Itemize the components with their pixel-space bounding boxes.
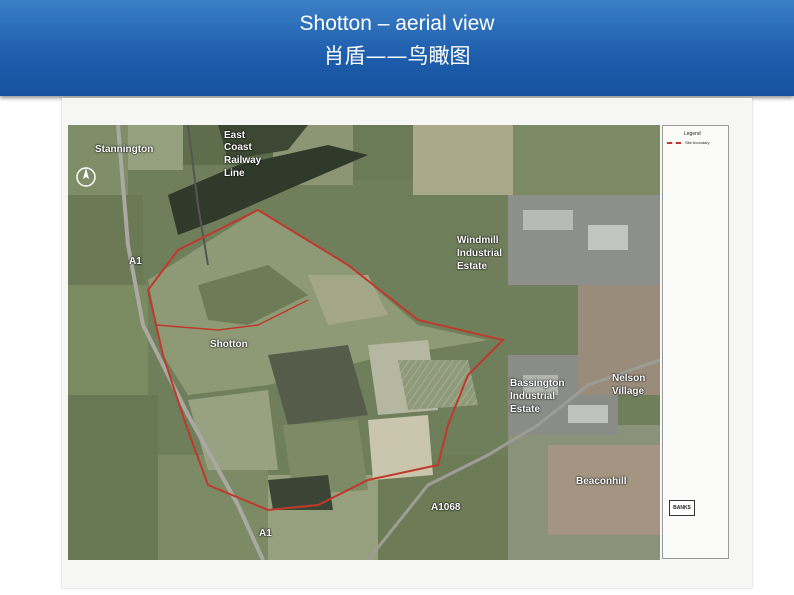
label-coast: Coast [224, 142, 252, 153]
banks-logo-text: BANKS [673, 505, 691, 511]
label-bassington: Bassington [510, 378, 565, 389]
label-line: Line [224, 168, 245, 179]
label-beaconhill: Beaconhill [576, 476, 627, 487]
beaconhill [548, 445, 660, 535]
label-village: Village [612, 386, 645, 397]
label-east: East [224, 130, 246, 141]
legend-boundary-label: Site boundary [685, 140, 710, 145]
slide-title-bar: Shotton – aerial view 肖盾——鸟瞰图 [0, 0, 794, 96]
label-estate-2: Estate [510, 404, 541, 415]
legend-boundary-swatch [667, 142, 681, 144]
label-industrial-1: Industrial [457, 248, 503, 259]
slide-title-english: Shotton – aerial view [299, 12, 495, 35]
banks-logo: BANKS [669, 500, 695, 516]
label-estate-1: Estate [457, 261, 488, 272]
slide-title-chinese: 肖盾——鸟瞰图 [323, 44, 471, 68]
label-shotton: Shotton [210, 339, 248, 350]
label-a1068: A1068 [431, 502, 461, 513]
label-a1-north: A1 [129, 256, 142, 267]
aerial-map [68, 125, 660, 560]
north-arrow-icon [76, 167, 96, 187]
label-industrial-2: Industrial [510, 391, 556, 402]
label-a1-south: A1 [259, 528, 272, 539]
windmill-industrial-estate [508, 195, 660, 285]
label-stannington: Stannington [95, 144, 154, 155]
label-windmill: Windmill [457, 235, 499, 246]
legend-title: Legend [684, 131, 701, 137]
map-legend-panel: Legend Site boundary [662, 125, 729, 559]
label-railway: Railway [224, 155, 262, 166]
label-nelson: Nelson [612, 373, 646, 384]
